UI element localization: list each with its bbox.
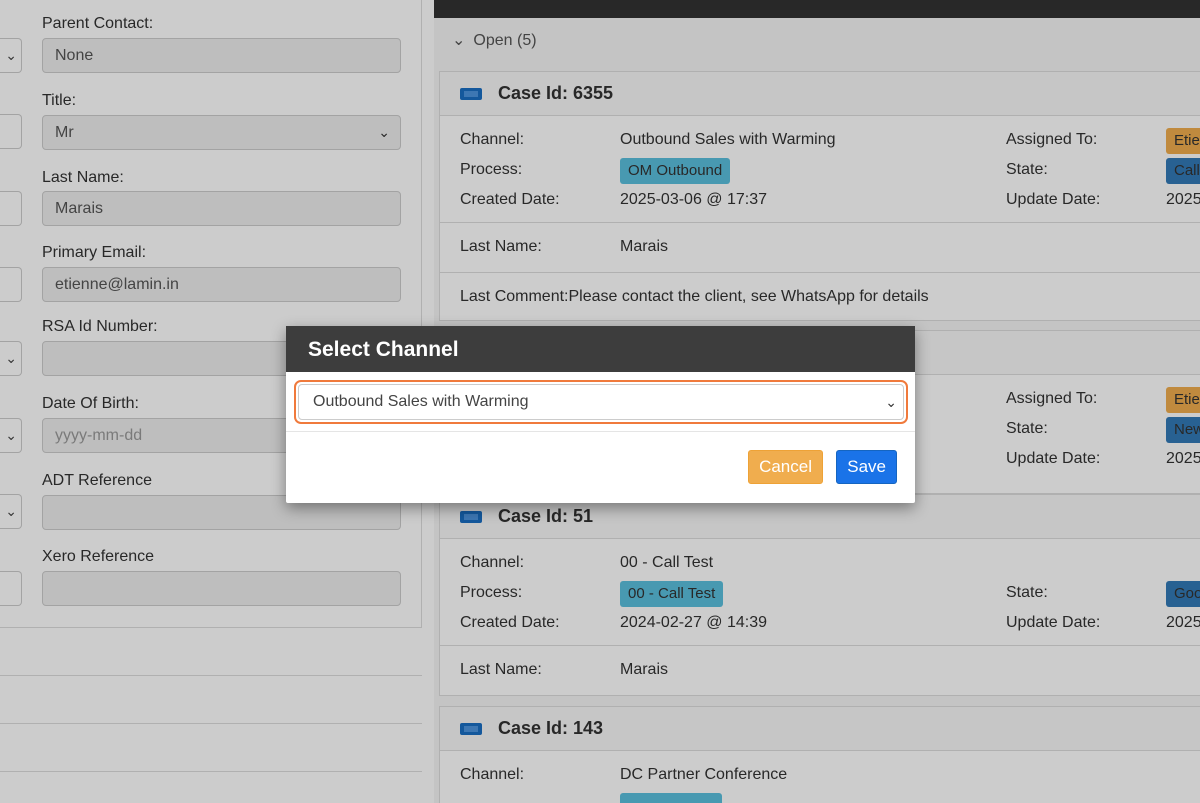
channel-select[interactable]: Outbound Sales with Warming ⌄	[294, 380, 908, 424]
cancel-button[interactable]: Cancel	[748, 450, 823, 484]
save-button[interactable]: Save	[836, 450, 897, 484]
modal-footer: Cancel Save	[286, 432, 915, 502]
chevron-down-icon: ⌄	[885, 394, 897, 410]
channel-select-value: Outbound Sales with Warming	[313, 393, 529, 410]
channel-select-box[interactable]: Outbound Sales with Warming ⌄	[298, 384, 904, 420]
modal-body: Outbound Sales with Warming ⌄	[286, 372, 915, 432]
select-channel-modal: Select Channel Outbound Sales with Warmi…	[286, 326, 915, 503]
modal-title: Select Channel	[286, 326, 915, 372]
